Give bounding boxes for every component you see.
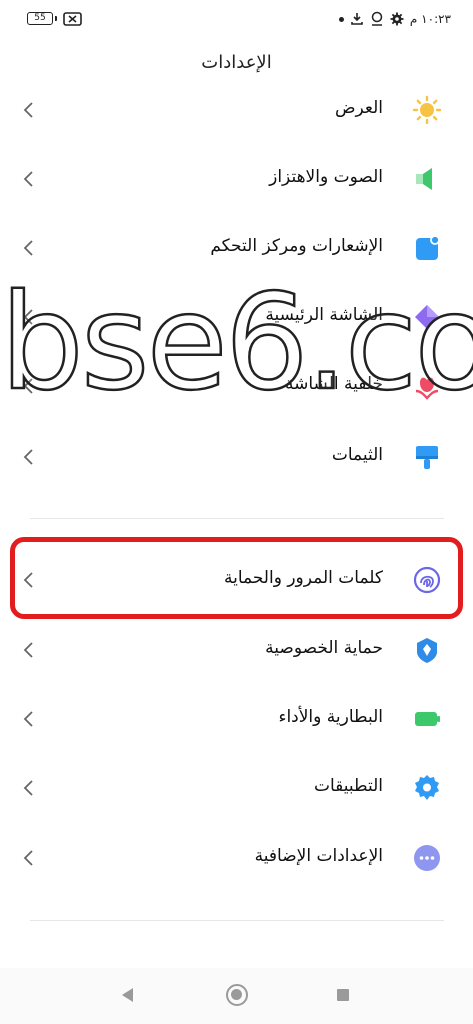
fingerprint-icon: [410, 563, 444, 597]
settings-status-icon: [390, 12, 404, 26]
back-icon[interactable]: [120, 987, 134, 1003]
settings-item-passwords-security[interactable]: كلمات المرور والحماية: [0, 550, 473, 610]
settings-item-apps[interactable]: التطبيقات: [0, 758, 473, 818]
settings-item-label: الإعدادات الإضافية: [254, 846, 383, 866]
settings-item-battery[interactable]: البطارية والأداء: [0, 689, 473, 749]
sun-icon: [410, 93, 444, 127]
chevron-left-icon: [23, 449, 33, 465]
settings-item-themes[interactable]: الثيمات: [0, 427, 473, 487]
watermark: bse6.com: [0, 266, 473, 420]
status-time: ١٠:٢٣ م: [409, 12, 451, 26]
chevron-left-icon: [23, 572, 33, 588]
chevron-left-icon: [23, 850, 33, 866]
chevron-left-icon: [23, 171, 33, 187]
settings-item-label: البطارية والأداء: [278, 707, 383, 727]
battery-icon: [410, 702, 444, 736]
settings-item-label: التطبيقات: [313, 776, 383, 796]
battery-icon: 55: [27, 12, 57, 25]
settings-item-privacy[interactable]: حماية الخصوصية: [0, 620, 473, 680]
chevron-left-icon: [23, 102, 33, 118]
settings-item-label: العرض: [334, 98, 383, 118]
settings-item-label: كلمات المرور والحماية: [223, 568, 383, 588]
speaker-icon: [410, 162, 444, 196]
more-icon: [410, 841, 444, 875]
no-sim-icon: [63, 12, 82, 26]
chevron-left-icon: [23, 240, 33, 256]
settings-item-display[interactable]: العرض: [0, 80, 473, 140]
home-button[interactable]: [226, 984, 248, 1006]
notification-dot: [338, 16, 344, 22]
settings-item-additional[interactable]: الإعدادات الإضافية: [0, 828, 473, 888]
gear-icon: [410, 771, 444, 805]
location-icon: [371, 11, 383, 26]
chevron-left-icon: [23, 780, 33, 796]
settings-item-label: الثيمات: [331, 445, 383, 465]
section-divider: [30, 920, 444, 921]
page-title: الإعدادات: [201, 52, 272, 73]
notification-icon: [410, 231, 444, 265]
settings-item-label: الصوت والاهتزاز: [269, 167, 383, 187]
brush-icon: [410, 440, 444, 474]
navigation-bar: [0, 968, 473, 1024]
chevron-left-icon: [23, 642, 33, 658]
recents-button[interactable]: [337, 989, 349, 1001]
shield-icon: [410, 633, 444, 667]
settings-item-sound[interactable]: الصوت والاهتزاز: [0, 149, 473, 209]
download-icon: [351, 13, 363, 25]
settings-item-label: حماية الخصوصية: [265, 638, 383, 658]
chevron-left-icon: [23, 711, 33, 727]
status-bar: 55 ١٠:٢٣ م: [0, 0, 473, 40]
settings-item-label: الإشعارات ومركز التحكم: [210, 236, 383, 256]
status-right: ١٠:٢٣ م: [338, 10, 451, 28]
section-divider: [30, 518, 444, 519]
